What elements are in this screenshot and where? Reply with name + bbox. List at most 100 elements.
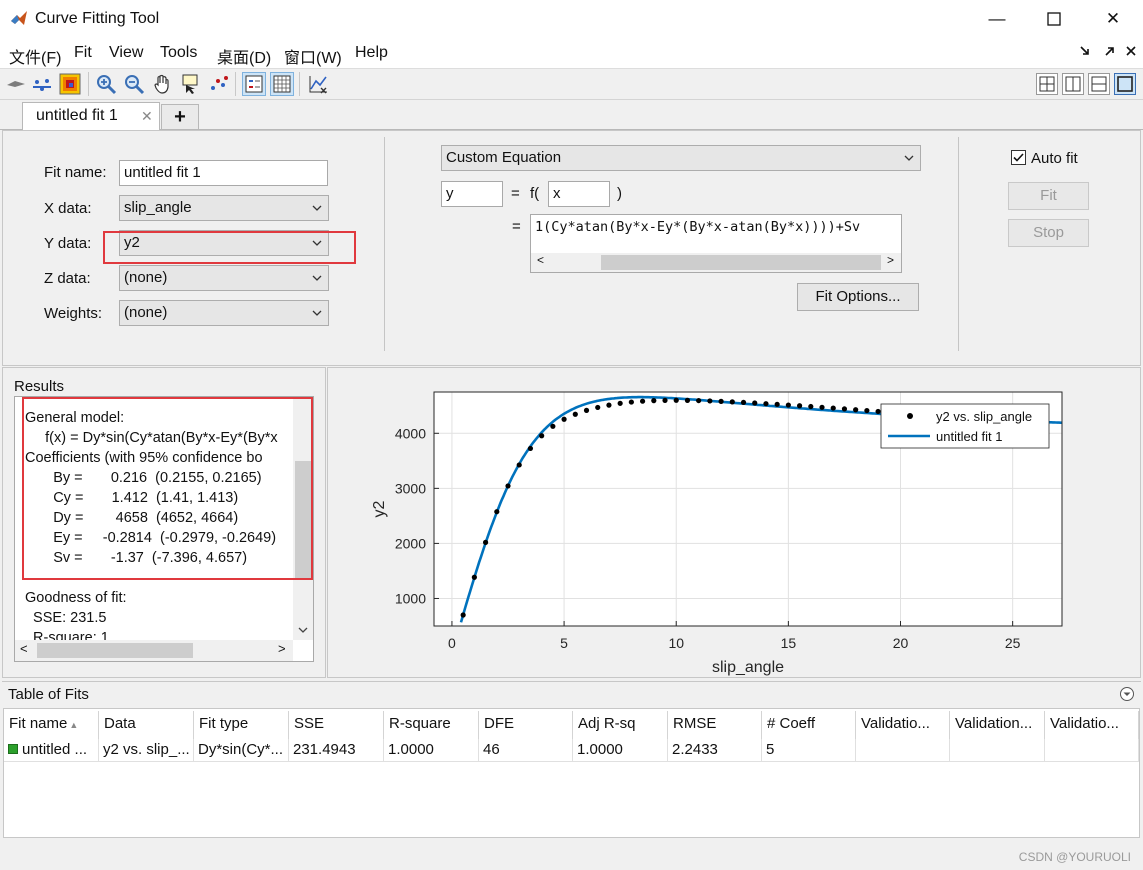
brush-data-icon[interactable] [207, 72, 231, 96]
menu-view[interactable]: View [109, 44, 143, 62]
column-header[interactable]: Validation... [950, 711, 1045, 739]
legend-label-data: y2 vs. slip_angle [936, 409, 1032, 424]
data-cursor-icon[interactable] [179, 72, 203, 96]
fit-options-button[interactable]: Fit Options... [797, 283, 919, 311]
contour-plot-icon[interactable] [58, 72, 82, 96]
tab-untitled-fit-1[interactable]: untitled fit 1 ✕ [22, 102, 160, 130]
column-header[interactable]: Fit name ▲ [4, 711, 99, 739]
independent-variable-input[interactable]: x [548, 181, 610, 207]
layout-single-button[interactable] [1114, 73, 1136, 95]
legend-label-fit: untitled fit 1 [936, 429, 1003, 444]
collapse-panel-icon[interactable] [1119, 686, 1135, 702]
auto-fit-checkbox[interactable] [1011, 150, 1026, 165]
table-cell[interactable]: Dy*sin(Cy*... [194, 739, 289, 761]
equation-scroll-thumb[interactable] [601, 255, 881, 270]
data-point [628, 399, 634, 405]
menu-fit[interactable]: Fit [74, 44, 92, 62]
data-point [853, 407, 859, 413]
scroll-left-icon[interactable]: < [537, 253, 544, 267]
column-header[interactable]: Data [99, 711, 194, 739]
data-point [673, 397, 679, 403]
panel-divider [384, 137, 385, 351]
column-header-label: # Coeff [767, 715, 816, 732]
data-point [460, 612, 466, 618]
prediction-bounds-icon[interactable] [306, 72, 330, 96]
table-cell[interactable]: 231.4943 [289, 739, 384, 761]
table-cell-text: 231.4943 [293, 741, 356, 758]
dependent-variable-input[interactable]: y [441, 181, 503, 207]
column-header[interactable]: Fit type [194, 711, 289, 739]
column-header[interactable]: DFE [479, 711, 573, 739]
layout-rows-button[interactable] [1088, 73, 1110, 95]
menu-help[interactable]: Help [355, 44, 388, 62]
column-header[interactable]: SSE [289, 711, 384, 739]
tab-close-icon[interactable]: ✕ [141, 108, 153, 125]
column-header[interactable]: RMSE [668, 711, 762, 739]
table-cell[interactable]: untitled ... [4, 739, 99, 761]
column-header-label: SSE [294, 715, 325, 732]
menu-tools[interactable]: Tools [160, 44, 197, 62]
data-point [763, 401, 769, 407]
fit-plot[interactable]: 0 5 10 15 20 25 1000 2000 3000 4000 slip_angle y2… [328, 368, 1140, 677]
layout-grid-button[interactable] [1036, 73, 1058, 95]
fit-button[interactable]: Fit [1008, 182, 1089, 210]
scroll-right-icon[interactable]: > [887, 253, 894, 267]
fit-name-input[interactable]: untitled fit 1 [119, 160, 328, 186]
exclude-data-icon[interactable] [4, 72, 28, 96]
table-cell[interactable]: y2 vs. slip_... [99, 739, 194, 761]
column-header[interactable]: Adj R-sq [573, 711, 668, 739]
equals-sign: = [511, 185, 520, 202]
close-button[interactable]: ✕ [1084, 0, 1142, 38]
zoom-in-icon[interactable] [94, 72, 118, 96]
table-cell[interactable]: 2.2433 [668, 739, 762, 761]
table-cell[interactable]: 46 [479, 739, 573, 761]
column-header[interactable]: # Coeff [762, 711, 856, 739]
table-cell-text: 5 [766, 741, 775, 758]
close-figure-icon[interactable] [1125, 45, 1137, 57]
legend[interactable]: y2 vs. slip_angle untitled fit 1 [880, 403, 1050, 449]
chevron-down-icon [312, 275, 322, 281]
fit-type-select[interactable]: Custom Equation [441, 145, 921, 171]
scroll-left-icon[interactable]: < [20, 641, 28, 656]
z-data-select[interactable]: (none) [119, 265, 329, 291]
scroll-right-icon[interactable]: > [278, 641, 286, 656]
data-point [774, 401, 780, 407]
fit-name-label: Fit name: [44, 164, 107, 181]
results-hscrollbar[interactable]: < > [15, 640, 293, 661]
menu-file[interactable]: 文件(F) [9, 44, 61, 68]
data-point [539, 433, 545, 439]
menu-desktop[interactable]: 桌面(D) [217, 44, 271, 68]
x-data-select[interactable]: slip_angle [119, 195, 329, 221]
weights-select[interactable]: (none) [119, 300, 329, 326]
menu-window[interactable]: 窗口(W) [284, 44, 342, 68]
table-cell[interactable] [950, 739, 1045, 761]
equation-editor[interactable]: 1(Cy*atan(By*x-Ey*(By*x-atan(By*x))))+Sv… [530, 214, 902, 273]
table-cell[interactable] [1045, 739, 1139, 761]
layout-columns-button[interactable] [1062, 73, 1084, 95]
scroll-down-icon[interactable] [297, 625, 309, 635]
table-cell[interactable]: 1.0000 [573, 739, 668, 761]
table-cell[interactable] [856, 739, 950, 761]
table-cell[interactable]: 1.0000 [384, 739, 479, 761]
pan-hand-icon[interactable] [151, 72, 175, 96]
column-header[interactable]: Validatio... [856, 711, 950, 739]
zoom-out-icon[interactable] [122, 72, 146, 96]
stop-button[interactable]: Stop [1008, 219, 1089, 247]
data-point [527, 445, 534, 452]
table-cell[interactable]: 5 [762, 739, 856, 761]
maximize-button[interactable] [1025, 0, 1083, 38]
add-tab-button[interactable]: + [161, 104, 199, 129]
legend-toggle-icon[interactable] [242, 72, 266, 96]
data-point [729, 399, 735, 405]
grid-toggle-icon[interactable] [270, 72, 294, 96]
dock-icon[interactable] [1079, 45, 1091, 57]
residuals-icon[interactable] [30, 72, 54, 96]
y-tick-label: 2000 [395, 535, 426, 551]
minimize-button[interactable]: — [968, 0, 1026, 38]
results-hscroll-thumb[interactable] [37, 643, 193, 658]
data-point [595, 404, 601, 411]
undock-icon[interactable] [1103, 45, 1115, 57]
equation-scrollbar[interactable]: < > [531, 253, 901, 272]
column-header[interactable]: Validatio... [1045, 711, 1139, 739]
column-header[interactable]: R-square [384, 711, 479, 739]
